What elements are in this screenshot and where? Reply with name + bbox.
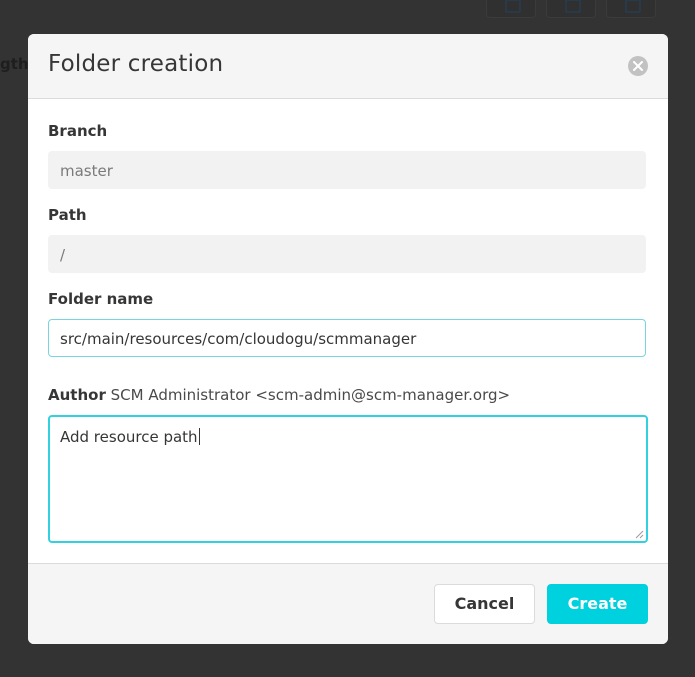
close-icon: [633, 61, 643, 71]
text-caret: [198, 428, 200, 445]
path-label: Path: [48, 206, 87, 224]
modal-footer: Cancel Create: [28, 563, 668, 644]
author-line: Author SCM Administrator <scm-admin@scm-…: [48, 386, 510, 404]
cancel-button[interactable]: Cancel: [434, 584, 535, 624]
branch-field: master: [48, 151, 646, 189]
author-value: SCM Administrator <scm-admin@scm-manager…: [110, 386, 511, 404]
folder-name-label: Folder name: [48, 290, 154, 308]
background-button: [546, 0, 596, 18]
folder-creation-dialog: Folder creation Branch master Path / Fol…: [28, 34, 668, 644]
modal-title: Folder creation: [48, 51, 224, 77]
background-label-fragment: gth: [0, 55, 29, 73]
modal-body: Branch master Path / Folder name src/mai…: [28, 99, 668, 563]
branch-label: Branch: [48, 122, 108, 140]
background-button: [486, 0, 536, 18]
path-field: /: [48, 235, 646, 273]
author-label: Author: [48, 386, 106, 404]
background-button: [606, 0, 656, 18]
commit-message-text: Add resource path: [60, 428, 198, 446]
close-button[interactable]: [628, 56, 648, 76]
folder-name-input[interactable]: src/main/resources/com/cloudogu/scmmanag…: [48, 319, 646, 357]
resize-handle-icon[interactable]: [634, 529, 644, 539]
commit-message-textarea[interactable]: Add resource path: [48, 415, 648, 543]
create-button[interactable]: Create: [547, 584, 648, 624]
modal-header: Folder creation: [28, 34, 668, 99]
